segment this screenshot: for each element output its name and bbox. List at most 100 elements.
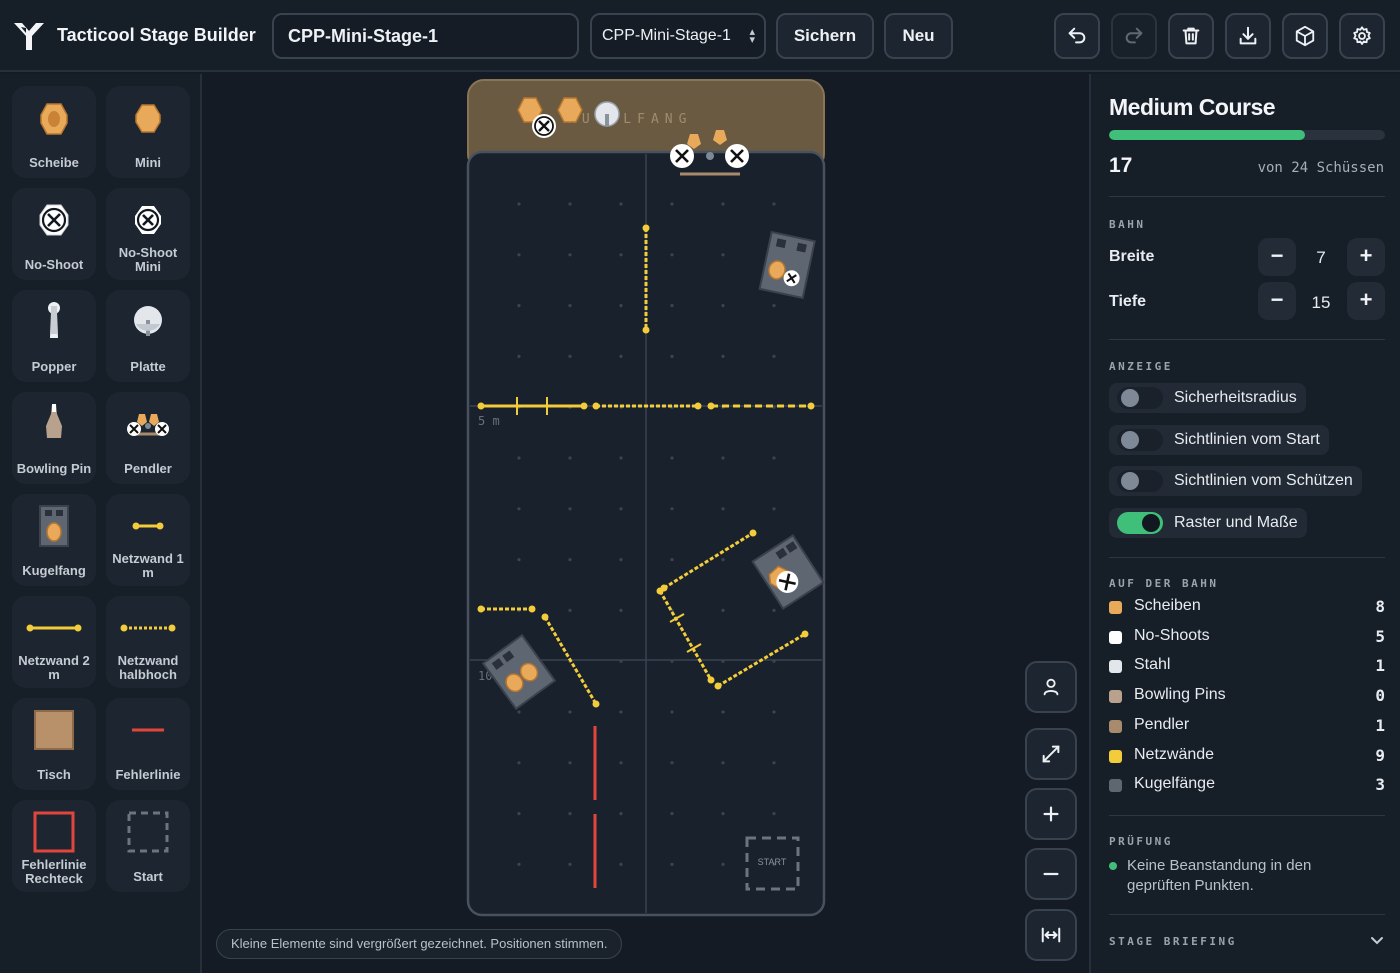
shooter-view-button[interactable]	[1025, 661, 1077, 713]
section-bahn: BAHN	[1109, 218, 1146, 231]
select-arrows-icon: ▴ ▾	[749, 26, 755, 46]
palette-label: Netzwand halbhoch	[117, 653, 179, 682]
palette-item-mini-target[interactable]: Mini	[106, 86, 190, 178]
3d-view-button[interactable]	[1282, 13, 1328, 59]
shooter-icon	[1043, 678, 1059, 696]
new-button[interactable]: Neu	[884, 13, 953, 59]
toggle-grid-dimensions[interactable]: Raster und Maße	[1109, 508, 1307, 538]
palette-label: No-Shoot	[24, 257, 84, 272]
fit-width-icon	[1041, 927, 1061, 943]
width-value: 7	[1316, 248, 1326, 267]
toggle-safety-radius[interactable]: Sicherheitsradius	[1109, 383, 1306, 413]
divider	[1109, 914, 1385, 915]
divider	[1109, 815, 1385, 816]
zoom-out-button[interactable]	[1025, 848, 1077, 900]
redo-button[interactable]	[1111, 13, 1157, 59]
count-value: 1	[1375, 656, 1385, 676]
toggle-switch[interactable]	[1117, 387, 1163, 409]
progress-fill	[1109, 130, 1305, 140]
count-row: Kugelfänge 3	[1109, 774, 1385, 796]
toggle-sightlines-shooter[interactable]: Sichtlinien vom Schützen	[1109, 466, 1362, 496]
palette-item-popper[interactable]: Popper	[12, 290, 96, 382]
section-briefing[interactable]: STAGE BRIEFING	[1109, 935, 1237, 948]
palette-label: Netzwand 2 m	[18, 653, 90, 682]
steel-plate[interactable]	[594, 101, 620, 127]
palette-label: Netzwand 1 m	[112, 551, 184, 580]
legend-swatch	[1109, 601, 1122, 614]
stage-summary-panel: Medium Course 17 von 24 Schüssen BAHN Br…	[1089, 74, 1400, 973]
stage-canvas[interactable]: KUGELFANG 5 m 10 START Kleine Elemente s…	[204, 74, 1088, 973]
save-button[interactable]: Sichern	[776, 13, 874, 59]
toggle-switch[interactable]	[1117, 512, 1163, 534]
hint-banner: Kleine Elemente sind vergrößert gezeichn…	[216, 929, 623, 959]
status-ok-icon	[1109, 862, 1117, 870]
settings-button[interactable]	[1339, 13, 1385, 59]
cube-icon	[1295, 25, 1315, 47]
course-name: Medium Course	[1109, 94, 1276, 120]
no-shoot[interactable]	[532, 114, 556, 138]
palette-item-target[interactable]: Scheibe	[12, 86, 96, 178]
app-title: Tacticool Stage Builder	[57, 25, 256, 45]
stage-name-input[interactable]: CPP-Mini-Stage-1	[272, 13, 579, 59]
top-bar: Tacticool Stage Builder CPP-Mini-Stage-1…	[0, 0, 1400, 72]
legend-swatch	[1109, 630, 1122, 644]
toggle-switch[interactable]	[1117, 470, 1163, 492]
zoom-in-button[interactable]	[1025, 788, 1077, 840]
palette-item-table[interactable]: Tisch	[12, 698, 96, 790]
popper-icon	[48, 302, 60, 338]
count-value: 1	[1375, 715, 1385, 735]
divider	[1109, 339, 1385, 340]
expand-button[interactable]	[1025, 728, 1077, 780]
chevron-down-icon[interactable]	[1369, 933, 1385, 949]
count-row: Stahl 1	[1109, 655, 1385, 677]
redo-icon	[1125, 27, 1143, 44]
fit-width-button[interactable]	[1025, 909, 1077, 961]
gear-icon	[1353, 26, 1371, 45]
depth-label: Tiefe	[1109, 293, 1147, 310]
fault-line-icon	[132, 728, 164, 732]
palette-item-wall-1m[interactable]: Netzwand 1 m	[106, 494, 190, 586]
palette-item-backstop[interactable]: Kugelfang	[12, 494, 96, 586]
toggle-switch[interactable]	[1117, 429, 1163, 451]
palette-label: Mini	[135, 155, 161, 170]
zoom-in-icon	[1043, 806, 1059, 822]
divider	[1109, 557, 1385, 558]
divider	[1109, 196, 1385, 197]
palette-item-swinger[interactable]: Pendler	[106, 392, 190, 484]
palette-label: Bowling Pin	[16, 461, 92, 476]
plate-icon	[134, 306, 162, 336]
wall-half-icon	[120, 624, 176, 632]
palette-item-fault-rect[interactable]: Fehlerlinie Rechteck	[12, 800, 96, 892]
delete-button[interactable]	[1168, 13, 1214, 59]
width-increase-button[interactable]: +	[1347, 238, 1385, 276]
palette-item-start[interactable]: Start	[106, 800, 190, 892]
depth-decrease-button[interactable]: −	[1258, 282, 1296, 320]
start-label: START	[758, 857, 787, 867]
palette-item-no-shoot[interactable]: No-Shoot	[12, 188, 96, 280]
stage-select[interactable]: CPP-Mini-Stage-1 ▴ ▾	[590, 13, 766, 59]
palette-item-fault-line[interactable]: Fehlerlinie	[106, 698, 190, 790]
stage-drawing[interactable]: KUGELFANG 5 m 10 START	[204, 74, 1088, 973]
shots-total: von 24 Schüssen	[1257, 160, 1384, 176]
depth-increase-button[interactable]: +	[1347, 282, 1385, 320]
palette-item-wall-2m[interactable]: Netzwand 2 m	[12, 596, 96, 688]
palette-item-wall-half[interactable]: Netzwand halbhoch	[106, 596, 190, 688]
target[interactable]	[557, 97, 583, 123]
width-decrease-button[interactable]: −	[1258, 238, 1296, 276]
mini-target-icon	[135, 104, 161, 133]
toggle-sightlines-start[interactable]: Sichtlinien vom Start	[1109, 425, 1329, 455]
count-label: Kugelfänge	[1134, 775, 1215, 793]
legend-swatch	[1109, 690, 1122, 704]
undo-button[interactable]	[1054, 13, 1100, 59]
legend-swatch	[1109, 719, 1122, 733]
palette-item-no-shoot-mini[interactable]: No-Shoot Mini	[106, 188, 190, 280]
palette-label: Pendler	[124, 461, 172, 476]
palette-label: Start	[133, 869, 163, 884]
no-shoot-icon	[39, 204, 69, 236]
section-anzeige: ANZEIGE	[1109, 360, 1173, 373]
shots-progress-bar	[1109, 130, 1385, 140]
download-button[interactable]	[1225, 13, 1271, 59]
count-value: 8	[1375, 597, 1385, 616]
palette-item-plate[interactable]: Platte	[106, 290, 190, 382]
palette-item-bowling-pin[interactable]: Bowling Pin	[12, 392, 96, 484]
